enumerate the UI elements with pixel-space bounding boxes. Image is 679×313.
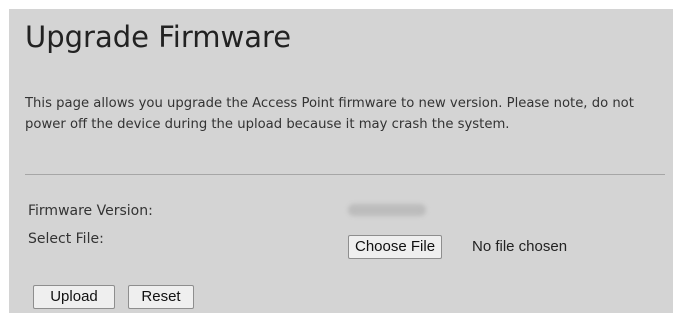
reset-button[interactable]: Reset — [128, 285, 194, 309]
page-title: Upgrade Firmware — [25, 20, 292, 54]
upload-button[interactable]: Upload — [33, 285, 115, 309]
firmware-version-value — [348, 204, 426, 216]
select-file-label: Select File: — [28, 231, 104, 247]
file-status-text: No file chosen — [472, 238, 568, 255]
firmware-version-label: Firmware Version: — [28, 203, 153, 219]
firmware-upgrade-panel: Upgrade Firmware This page allows you up… — [9, 9, 673, 313]
page-description: This page allows you upgrade the Access … — [25, 96, 634, 132]
section-divider — [25, 174, 665, 175]
choose-file-button[interactable]: Choose File — [348, 235, 443, 259]
